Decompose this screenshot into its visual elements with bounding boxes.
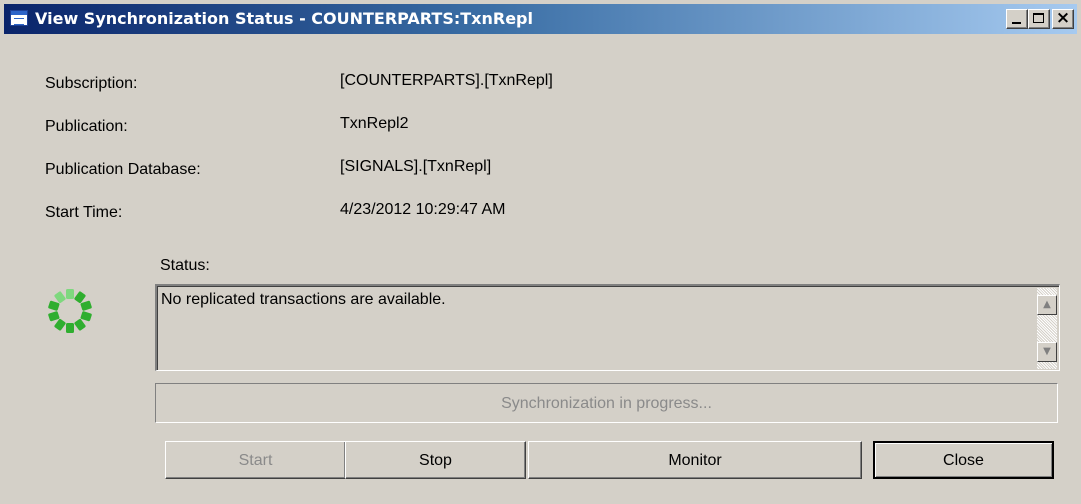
- start-time-value: 4/23/2012 10:29:47 AM: [340, 201, 506, 218]
- maximize-button[interactable]: [1028, 9, 1050, 29]
- minimize-button[interactable]: [1006, 9, 1028, 29]
- start-time-label: Start Time:: [45, 204, 123, 221]
- monitor-button[interactable]: Monitor: [528, 441, 862, 479]
- close-icon: ×: [1055, 8, 1071, 28]
- status-label: Status:: [160, 257, 210, 274]
- publication-database-value: [SIGNALS].[TxnRepl]: [340, 158, 492, 175]
- stop-button[interactable]: Stop: [345, 441, 526, 479]
- maximize-icon: [1033, 13, 1044, 23]
- subscription-label: Subscription:: [45, 75, 138, 92]
- close-window-button[interactable]: ×: [1052, 8, 1074, 29]
- progress-text: Synchronization in progress...: [501, 395, 712, 412]
- publication-value: TxnRepl2: [340, 115, 409, 132]
- start-button[interactable]: Start: [165, 441, 346, 479]
- subscription-value: [COUNTERPARTS].[TxnRepl]: [340, 72, 553, 89]
- busy-spinner-icon: [48, 289, 92, 333]
- close-button[interactable]: Close: [873, 441, 1054, 479]
- window-title: View Synchronization Status - COUNTERPAR…: [35, 9, 533, 28]
- scroll-up-button[interactable]: ▲: [1037, 295, 1057, 315]
- status-message-box[interactable]: No replicated transactions are available…: [155, 284, 1060, 371]
- window-icon[interactable]: [10, 10, 28, 26]
- progress-bar: Synchronization in progress...: [155, 383, 1058, 423]
- scroll-down-button[interactable]: ▼: [1037, 342, 1057, 362]
- sync-status-window: View Synchronization Status - COUNTERPAR…: [0, 0, 1081, 504]
- publication-label: Publication:: [45, 118, 128, 135]
- status-scrollbar[interactable]: ▲ ▼: [1037, 288, 1057, 369]
- publication-database-label: Publication Database:: [45, 161, 201, 178]
- minimize-icon: [1012, 22, 1021, 24]
- status-message: No replicated transactions are available…: [161, 291, 446, 308]
- title-bar[interactable]: View Synchronization Status - COUNTERPAR…: [4, 4, 1077, 34]
